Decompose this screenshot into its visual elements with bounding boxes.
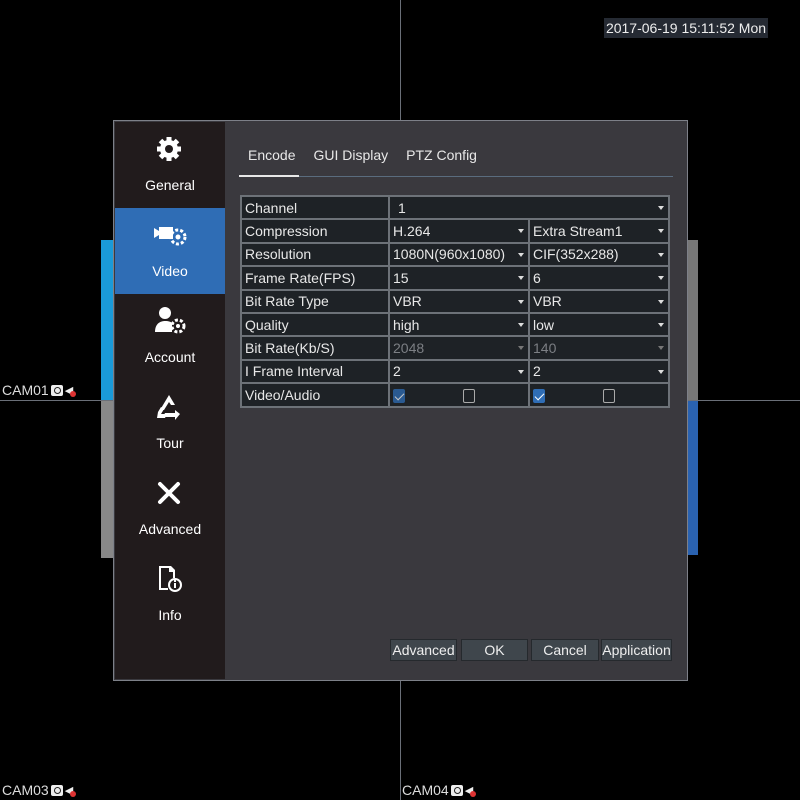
extra-stream-select[interactable]: 6 (528, 265, 670, 291)
row-label: I Frame Interval (240, 358, 390, 385)
main-stream-select[interactable]: 2 (388, 358, 530, 385)
extra-stream-select[interactable]: Extra Stream1 (528, 218, 670, 244)
encode-table: Channel 1 Compression H.264 Extra Stream1 Re… (240, 194, 670, 408)
extra-video-checkbox[interactable] (533, 388, 545, 403)
table-row: I Frame Interval 2 2 (240, 358, 670, 385)
settings-dialog: General Video Account Tour Advanced Info… (113, 120, 688, 681)
table-row: Resolution 1080N(960x1080) CIF(352x288) (240, 241, 670, 268)
sidebar-item-tour[interactable]: Tour (115, 380, 225, 466)
table-row: Video/Audio (240, 382, 670, 408)
camera-name: CAM03 (2, 782, 49, 798)
row-label: Compression (240, 218, 390, 244)
main-stream-select: 2048 (388, 335, 530, 361)
camera-label-cam01: CAM01 ◀ (2, 381, 77, 399)
main-audio-checkbox[interactable] (463, 388, 475, 403)
tab-divider (239, 176, 673, 177)
sidebar-item-label: General (145, 177, 195, 193)
channel-bar (688, 240, 698, 400)
main-stream-select[interactable]: 1080N(960x1080) (388, 241, 530, 268)
table-row: Channel 1 (240, 194, 670, 221)
table-row: Quality high low (240, 311, 670, 338)
record-icon (50, 784, 63, 796)
user-settings-icon (155, 307, 186, 334)
sidebar-item-advanced[interactable]: Advanced (115, 466, 225, 552)
row-label: Video/Audio (240, 382, 390, 408)
channel-bar (688, 401, 698, 555)
audio-muted-icon: ◀ (65, 384, 77, 397)
channel-bar (101, 401, 113, 558)
sidebar-item-label: Info (158, 607, 182, 623)
channel-select[interactable]: 1 (388, 194, 670, 221)
sidebar-item-label: Tour (156, 435, 184, 451)
row-label: Bit Rate(Kb/S) (240, 335, 390, 361)
main-stream-select[interactable]: H.264 (388, 218, 530, 244)
table-row: Frame Rate(FPS) 15 6 (240, 265, 670, 291)
camera-name: CAM04 (402, 782, 449, 798)
camera-label-cam04: CAM04 ◀ (402, 781, 477, 799)
channel-bar (101, 240, 113, 400)
tab-ptz-config[interactable]: PTZ Config (398, 143, 485, 167)
info-document-icon (159, 566, 182, 592)
tab-encode[interactable]: Encode (240, 143, 303, 167)
main-video-checkbox[interactable] (393, 388, 405, 403)
sidebar-item-info[interactable]: Info (115, 552, 225, 638)
main-stream-select[interactable]: high (388, 311, 530, 338)
camera-name: CAM01 (2, 382, 49, 398)
main-stream-select[interactable]: VBR (388, 288, 530, 314)
recycle-icon (157, 395, 180, 420)
table-row: Bit Rate(Kb/S) 2048 140 (240, 335, 670, 361)
sidebar: General Video Account Tour Advanced Info (115, 122, 225, 679)
extra-stream-select[interactable]: 2 (528, 358, 670, 385)
extra-stream-select[interactable]: VBR (528, 288, 670, 314)
table-row: Bit Rate Type VBR VBR (240, 288, 670, 314)
camera-label-cam03: CAM03 ◀ (2, 781, 77, 799)
sidebar-item-video[interactable]: Video (115, 208, 225, 294)
row-label: Quality (240, 311, 390, 338)
record-icon (50, 384, 63, 396)
main-stream-select[interactable]: 15 (388, 265, 530, 291)
tools-icon (158, 482, 180, 504)
tab-selected-indicator (239, 175, 299, 177)
sidebar-item-general[interactable]: General (115, 122, 225, 208)
row-label: Resolution (240, 241, 390, 268)
audio-muted-icon: ◀ (65, 784, 77, 797)
sidebar-item-label: Advanced (138, 521, 202, 537)
sidebar-item-label: Video (152, 263, 188, 279)
application-button[interactable]: Application (601, 639, 672, 661)
row-label: Channel (240, 194, 390, 221)
audio-muted-icon: ◀ (465, 784, 477, 797)
record-icon (450, 784, 463, 796)
extra-audio-checkbox[interactable] (603, 388, 615, 403)
advanced-button[interactable]: Advanced (390, 639, 457, 661)
extra-stream-select[interactable]: CIF(352x288) (528, 241, 670, 268)
sidebar-item-account[interactable]: Account (115, 294, 225, 380)
tab-bar: Encode GUI Display PTZ Config (240, 143, 487, 167)
extra-stream-select: 140 (528, 335, 670, 361)
video-settings-icon (154, 227, 187, 246)
table-row: Compression H.264 Extra Stream1 (240, 218, 670, 244)
row-label: Bit Rate Type (240, 288, 390, 314)
cancel-button[interactable]: Cancel (531, 639, 599, 661)
tab-gui-display[interactable]: GUI Display (305, 143, 396, 167)
ok-button[interactable]: OK (461, 639, 528, 661)
extra-stream-video-audio (528, 382, 670, 408)
main-stream-video-audio (388, 382, 530, 408)
gear-icon (157, 137, 181, 161)
extra-stream-select[interactable]: low (528, 311, 670, 338)
sidebar-item-label: Account (144, 349, 196, 365)
datetime: 2017-06-19 15:11:52 Mon (604, 18, 768, 38)
row-label: Frame Rate(FPS) (240, 265, 390, 291)
